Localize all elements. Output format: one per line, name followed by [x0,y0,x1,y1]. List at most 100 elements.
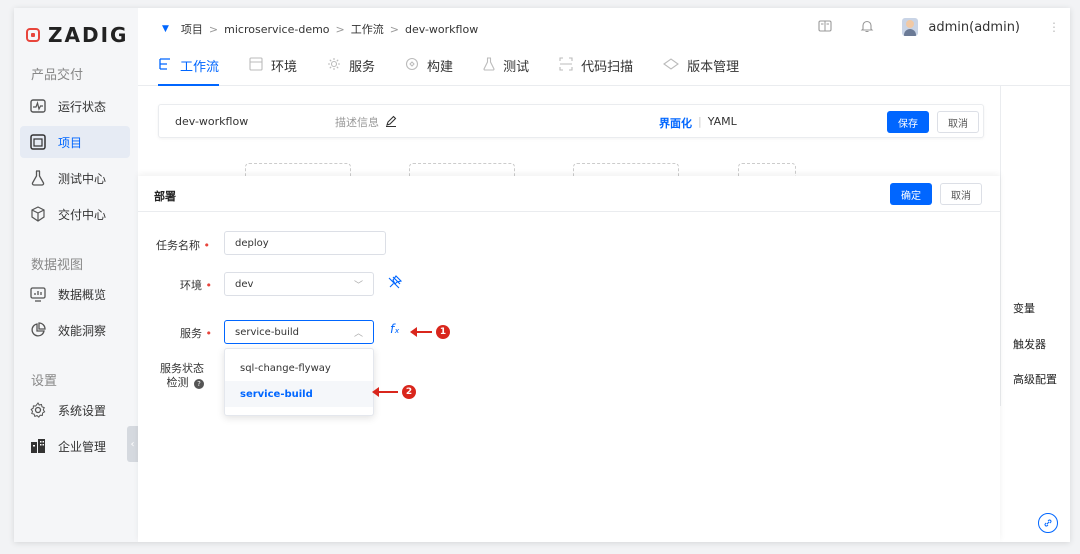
env-select[interactable]: dev ﹀ [224,272,374,296]
chevron-left-icon: ‹ [130,438,135,450]
tab-label: 服务 [349,60,376,75]
sidebar-item-enterprise[interactable]: 企业管理 [20,430,130,462]
tab-version[interactable]: 版本管理 [663,46,739,86]
task-name-input[interactable]: deploy [224,231,386,255]
app-window: ZADIG 产品交付 运行状态 项目 测试中心 交付中心 数据视图 数据概览 效… [14,8,1070,542]
sidebar-item-status[interactable]: 运行状态 [20,90,130,122]
breadcrumb: ▼ 项目 > microservice-demo > 工作流 > dev-wor… [162,21,478,37]
label-line-2: 检测 ? [160,376,204,390]
chevron-up-icon: ︿ [353,329,363,339]
tab-label: 测试 [503,60,530,75]
help-icon[interactable]: ? [194,379,204,389]
dropdown-option-selected[interactable]: service-build [225,381,373,407]
sidebar-item-delivery-center[interactable]: 交付中心 [20,198,130,230]
tab-environment[interactable]: 环境 [249,46,297,86]
tab-workflow[interactable]: 工作流 [158,46,220,86]
right-divider [1000,86,1001,406]
zadig-logo-icon [26,28,40,42]
dropdown-option[interactable]: sql-change-flyway [225,355,373,381]
breadcrumb-separator: > [335,22,345,36]
sidebar-item-system-settings[interactable]: 系统设置 [20,394,130,426]
sidebar-item-label: 测试中心 [58,171,107,186]
bell-icon[interactable] [860,19,874,36]
sidebar-item-label: 项目 [58,135,83,150]
edit-icon[interactable] [385,115,397,130]
pulse-icon [30,98,46,114]
sidebar-item-test-center[interactable]: 测试中心 [20,162,130,194]
status-check-label: 服务状态 检测 ? [160,362,204,390]
description-placeholder: 描述信息 [335,116,379,129]
edit-mode-switch: 界面化 | YAML [659,115,737,131]
callout-arrow [410,327,432,337]
tab-service[interactable]: 服务 [327,46,375,86]
fx-variable-icon[interactable]: fₓ [390,322,400,336]
service-icon [327,57,341,75]
label-text: 环境 [180,279,202,292]
mode-yaml-option[interactable]: YAML [708,115,737,131]
brand-name: ZADIG [48,23,129,47]
pin-off-icon[interactable] [388,275,403,292]
panel-cancel-button[interactable]: 取消 [940,183,982,205]
scan-icon [559,56,573,75]
stage-outline [573,163,679,177]
tab-code-scan[interactable]: 代码扫描 [559,46,633,86]
caret-down-icon[interactable]: ▼ [162,24,169,34]
service-dropdown: sql-change-flyway service-build [224,348,374,416]
variables-link[interactable]: 变量 [1013,300,1035,316]
sidebar-item-insights[interactable]: 效能洞察 [20,314,130,346]
more-vertical-icon[interactable]: ⋮ [1048,20,1060,34]
stage-outline [738,163,796,177]
required-dot: • [203,239,211,252]
section-label-data-view: 数据视图 [31,258,84,273]
cancel-button[interactable]: 取消 [937,111,979,133]
sidebar-item-label: 企业管理 [58,439,107,454]
breadcrumb-item[interactable]: 项目 [181,21,203,37]
workflow-name[interactable]: dev-workflow [175,115,248,128]
breadcrumb-item[interactable]: microservice-demo [224,23,329,36]
breadcrumb-separator: > [389,22,399,36]
username[interactable]: admin(admin) [928,20,1020,35]
sidebar-item-label: 系统设置 [58,403,107,418]
tab-build[interactable]: 构建 [405,46,453,86]
flask-icon [30,170,46,186]
label-text: 检测 [166,376,189,389]
triggers-link[interactable]: 触发器 [1013,336,1046,352]
advanced-config-link[interactable]: 高级配置 [1013,371,1057,387]
breadcrumb-item-current: dev-workflow [404,22,479,36]
callout-badge: 1 [436,325,450,339]
stage-outline [245,163,351,177]
tab-label: 构建 [427,60,454,75]
mode-divider: | [698,115,702,128]
package-icon [30,206,46,222]
tab-test[interactable]: 测试 [483,46,529,86]
chart-icon [30,286,46,302]
task-name-label: 任务名称 • [156,237,210,253]
service-select[interactable]: service-build ︿ [224,320,374,344]
logo[interactable]: ZADIG [26,23,128,47]
env-label: 环境 • [180,277,212,293]
chevron-down-icon: ﹀ [353,281,363,291]
required-dot: • [205,279,213,292]
mode-ui-option[interactable]: 界面化 [659,115,692,131]
tab-label: 环境 [271,60,298,75]
sidebar-item-project[interactable]: 项目 [20,126,130,158]
sidebar-item-data-overview[interactable]: 数据概览 [20,278,130,310]
section-label-delivery: 产品交付 [31,68,84,83]
sidebar-item-label: 数据概览 [58,287,107,302]
tab-label: 版本管理 [687,60,740,75]
help-link-icon[interactable] [1038,513,1058,533]
breadcrumb-item[interactable]: 工作流 [351,21,384,37]
required-dot: • [205,327,213,340]
building-icon [30,438,46,454]
confirm-button[interactable]: 确定 [890,183,932,205]
sidebar-collapse-handle[interactable]: ‹ [127,426,138,462]
save-button[interactable]: 保存 [887,111,929,133]
build-icon [405,57,419,75]
avatar[interactable] [902,18,919,36]
top-actions: admin(admin) ⋮ [818,18,1060,36]
sidebar: ZADIG 产品交付 运行状态 项目 测试中心 交付中心 数据视图 数据概览 效… [14,8,138,542]
docs-icon[interactable] [818,19,832,36]
label-line: 服务状态 [160,362,204,375]
callout-arrow [372,387,398,397]
workflow-description[interactable]: 描述信息 [335,114,397,130]
